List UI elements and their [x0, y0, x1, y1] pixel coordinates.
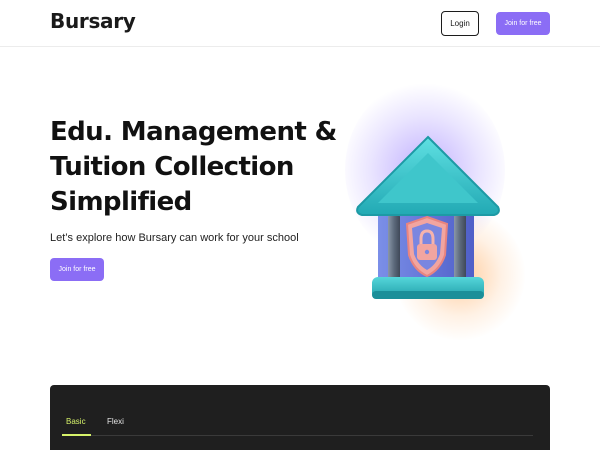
hero-title-line-1: Edu. Management &: [50, 117, 337, 147]
join-for-free-header-button[interactable]: Join for free: [496, 12, 550, 35]
active-tab-indicator: [62, 434, 91, 436]
hero-title-line-3: Simplified: [50, 187, 192, 217]
tab-divider: [62, 435, 533, 436]
plans-panel: Basic Flexi: [50, 385, 550, 450]
login-button[interactable]: Login: [441, 11, 479, 36]
bank-lock-icon: [356, 135, 500, 299]
brand-logo[interactable]: Bursary: [50, 9, 136, 33]
join-for-free-hero-button[interactable]: Join for free: [50, 258, 104, 281]
hero-title-line-2: Tuition Collection: [50, 152, 294, 182]
hero-subtitle: Let’s explore how Bursary can work for y…: [50, 232, 299, 244]
tab-basic[interactable]: Basic: [66, 417, 86, 426]
hero-title: Edu. Management & Tuition Collection Sim…: [50, 115, 337, 220]
site-header: Bursary Login Join for free: [0, 0, 600, 47]
tab-flexi[interactable]: Flexi: [107, 417, 124, 426]
